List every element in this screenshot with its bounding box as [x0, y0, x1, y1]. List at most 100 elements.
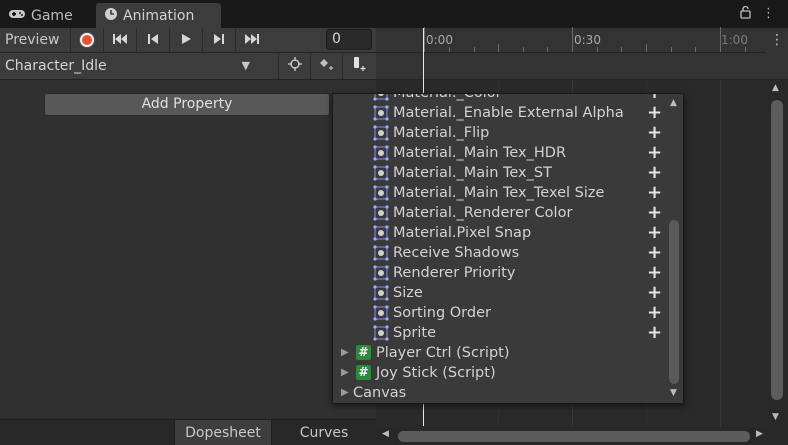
- component-group-canvas[interactable]: ▶ Canvas: [333, 383, 665, 403]
- event-lane[interactable]: [376, 53, 788, 80]
- property-item[interactable]: Sorting Order +: [333, 302, 665, 323]
- tab-animation-label: Animation: [123, 7, 195, 24]
- dropdown-arrow-icon: ▼: [241, 59, 250, 72]
- skip-to-end-icon: [244, 33, 260, 48]
- sprite-renderer-icon: [373, 325, 389, 341]
- clip-dropdown-value: Character_Idle: [5, 58, 107, 74]
- add-icon[interactable]: +: [647, 242, 662, 263]
- add-icon[interactable]: +: [647, 202, 662, 223]
- add-property-popup: Material._Color + Material._Enable Exter…: [332, 93, 684, 404]
- clip-toolbar: Character_Idle ▼: [0, 53, 376, 80]
- add-icon[interactable]: +: [647, 222, 662, 243]
- expand-arrow-icon[interactable]: ▶: [341, 347, 349, 358]
- lock-icon[interactable]: [740, 5, 751, 23]
- property-list-panel: Add Property: [0, 80, 376, 419]
- property-item[interactable]: Material._Main Tex_HDR +: [333, 142, 665, 163]
- property-label: Material.Pixel Snap: [393, 225, 532, 241]
- property-item[interactable]: Receive Shadows +: [333, 242, 665, 263]
- component-label: Player Ctrl (Script): [376, 345, 510, 361]
- add-icon[interactable]: +: [647, 282, 662, 303]
- property-label: Sprite: [393, 325, 437, 341]
- timeline-menu-icon[interactable]: ⋮: [766, 28, 788, 53]
- property-label: Material._Main Tex_ST: [393, 165, 552, 181]
- expand-arrow-icon[interactable]: ▶: [341, 367, 349, 378]
- expand-arrow-icon[interactable]: ▶: [341, 387, 349, 398]
- sprite-renderer-icon: [373, 125, 389, 141]
- time-label-end: 1:00: [721, 33, 748, 47]
- property-item[interactable]: Material._Main Tex_ST +: [333, 162, 665, 183]
- timeline-ruler[interactable]: 0:00 0:30 1:00: [376, 27, 766, 53]
- add-icon[interactable]: +: [647, 262, 662, 283]
- play-button[interactable]: [169, 28, 201, 52]
- add-icon[interactable]: +: [647, 142, 662, 163]
- add-event-button[interactable]: [342, 53, 374, 79]
- scroll-up-arrow-icon[interactable]: ▲: [670, 98, 677, 108]
- scroll-right-arrow-icon[interactable]: ▶: [756, 429, 763, 439]
- property-label: Receive Shadows: [393, 245, 520, 261]
- next-keyframe-button[interactable]: [202, 28, 234, 52]
- property-item[interactable]: Size +: [333, 282, 665, 303]
- sprite-renderer-icon: [373, 245, 389, 261]
- property-label: Material._Flip: [393, 125, 490, 141]
- property-label: Sorting Order: [393, 305, 491, 321]
- frame-input[interactable]: 0: [326, 29, 372, 50]
- property-item[interactable]: Material._Enable External Alpha +: [333, 102, 665, 123]
- add-icon[interactable]: +: [647, 102, 662, 123]
- sprite-renderer-icon: [373, 305, 389, 321]
- component-label: Joy Stick (Script): [376, 365, 496, 381]
- scroll-down-arrow-icon[interactable]: ▼: [772, 412, 779, 422]
- tab-game[interactable]: Game: [0, 3, 96, 28]
- skip-to-start-icon: [112, 33, 128, 48]
- property-item[interactable]: Material.Pixel Snap +: [333, 222, 665, 243]
- property-label: Material._Color: [393, 93, 502, 101]
- property-item[interactable]: Material._Color +: [333, 93, 665, 103]
- first-keyframe-button[interactable]: [103, 28, 135, 52]
- filter-selection-button[interactable]: [278, 53, 310, 79]
- scroll-down-arrow-icon[interactable]: ▼: [670, 388, 677, 398]
- property-item[interactable]: Sprite +: [333, 322, 665, 343]
- dopesheet-tab[interactable]: Dopesheet: [174, 420, 272, 445]
- property-item[interactable]: Material._Renderer Color +: [333, 202, 665, 223]
- kebab-menu-icon[interactable]: ⋮: [762, 6, 775, 21]
- record-icon: [79, 33, 94, 47]
- time-label-start: 0:00: [426, 33, 453, 47]
- add-keyframe-button[interactable]: [310, 53, 342, 79]
- vertical-scrollbar[interactable]: ▲ ▼: [768, 80, 788, 427]
- property-label: Renderer Priority: [393, 265, 516, 281]
- step-forward-icon: [213, 33, 225, 48]
- add-icon[interactable]: +: [647, 302, 662, 323]
- horizontal-scroll-thumb[interactable]: [398, 431, 750, 442]
- popup-scrollbar[interactable]: ▲ ▼: [666, 94, 683, 403]
- clock-icon: [104, 7, 118, 25]
- clip-dropdown[interactable]: Character_Idle ▼: [0, 53, 256, 79]
- component-group-player-ctrl[interactable]: ▶ # Player Ctrl (Script): [333, 343, 665, 363]
- add-property-button[interactable]: Add Property: [44, 93, 330, 116]
- sprite-renderer-icon: [373, 165, 389, 181]
- add-icon[interactable]: +: [647, 322, 662, 343]
- property-item[interactable]: Material._Main Tex_Texel Size +: [333, 182, 665, 203]
- vertical-scroll-thumb[interactable]: [771, 100, 783, 400]
- tab-game-label: Game: [31, 7, 73, 24]
- popup-scroll-thumb[interactable]: [669, 220, 679, 384]
- sprite-renderer-icon: [373, 105, 389, 121]
- add-icon[interactable]: +: [647, 162, 662, 183]
- property-item[interactable]: Material._Flip +: [333, 122, 665, 143]
- sprite-renderer-icon: [373, 185, 389, 201]
- gamepad-icon: [8, 8, 26, 24]
- add-icon[interactable]: +: [647, 182, 662, 203]
- horizontal-scrollbar[interactable]: ◀ ▶: [376, 427, 788, 445]
- view-mode-bar: Dopesheet Curves: [0, 419, 376, 445]
- sprite-renderer-icon: [373, 265, 389, 281]
- curves-tab[interactable]: Curves: [272, 420, 376, 445]
- scroll-left-arrow-icon[interactable]: ◀: [382, 429, 389, 439]
- scroll-up-arrow-icon[interactable]: ▲: [772, 83, 779, 93]
- tab-animation[interactable]: Animation: [96, 3, 221, 28]
- preview-toggle[interactable]: Preview: [0, 28, 70, 52]
- property-item[interactable]: Renderer Priority +: [333, 262, 665, 283]
- record-button[interactable]: [70, 28, 102, 52]
- previous-keyframe-button[interactable]: [136, 28, 168, 52]
- last-keyframe-button[interactable]: [235, 28, 267, 52]
- add-event-icon: [351, 56, 367, 76]
- add-icon[interactable]: +: [647, 122, 662, 143]
- component-group-joy-stick[interactable]: ▶ # Joy Stick (Script): [333, 363, 665, 383]
